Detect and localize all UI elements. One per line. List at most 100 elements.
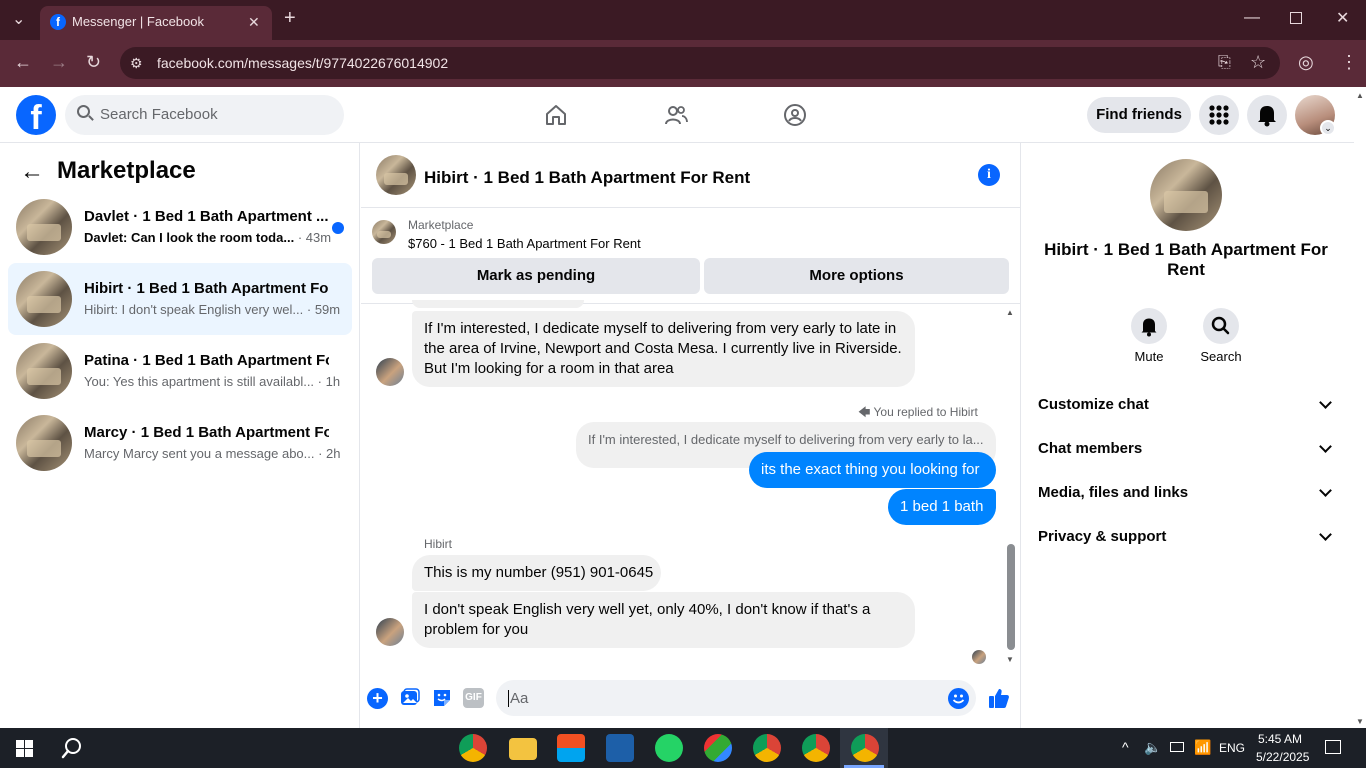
notification-center-icon[interactable]	[1325, 740, 1341, 754]
find-friends-button[interactable]: Find friends	[1087, 97, 1191, 133]
incoming-message[interactable]: I don't speak English very well yet, onl…	[412, 592, 915, 648]
taskbar-search-icon[interactable]	[61, 737, 83, 759]
conversation-item-marcy[interactable]: Marcy · 1 Bed 1 Bath Apartment Fo... Mar…	[8, 411, 352, 475]
chrome-profile-icon-2[interactable]	[802, 734, 830, 762]
clock-time[interactable]: 5:45 AM	[1258, 732, 1302, 746]
emoji-icon[interactable]	[948, 688, 969, 709]
tray-overflow-icon[interactable]: ^	[1122, 739, 1129, 755]
sticker-icon[interactable]	[432, 688, 452, 708]
browser-tab[interactable]: f Messenger | Facebook ✕	[40, 6, 272, 40]
search-icon	[1211, 316, 1230, 335]
scroll-up-arrow-icon[interactable]: ▲	[1356, 91, 1364, 100]
minimize-icon[interactable]: —	[1244, 10, 1260, 26]
chat-members-section[interactable]: Chat members	[1038, 440, 1338, 464]
bookmark-star-icon[interactable]: ☆	[1250, 53, 1266, 71]
listing-thumbnail	[16, 343, 72, 399]
more-options-button[interactable]: More options	[704, 258, 1009, 294]
site-info-icon[interactable]: ⚙	[130, 55, 143, 71]
customize-chat-section[interactable]: Customize chat	[1038, 396, 1338, 420]
sender-name: Hibirt	[424, 537, 453, 551]
media-files-links-section[interactable]: Media, files and links	[1038, 484, 1338, 508]
reload-icon[interactable]: ↻	[86, 53, 101, 71]
search-label: Search	[1200, 349, 1242, 364]
forward-icon[interactable]: →	[50, 53, 68, 71]
listing-label: Marketplace	[408, 218, 474, 232]
listing-thumbnail-small[interactable]	[372, 220, 396, 244]
chevron-down-icon	[1319, 528, 1332, 541]
chrome-taskbar-icon[interactable]	[459, 734, 487, 762]
back-icon[interactable]: ←	[14, 53, 32, 71]
scroll-thumb[interactable]	[1007, 544, 1015, 650]
language-indicator[interactable]: ENG	[1219, 741, 1245, 755]
new-tab-icon[interactable]: +	[284, 8, 296, 28]
like-thumbs-up-icon[interactable]	[987, 686, 1011, 710]
conversation-preview: You: Yes this apartment is still availab…	[84, 374, 341, 389]
browser-menu-icon[interactable]: ⋮	[1340, 53, 1358, 71]
conversation-title: Davlet · 1 Bed 1 Bath Apartment ...	[84, 208, 329, 225]
notifications-button[interactable]	[1247, 95, 1287, 135]
scroll-down-icon[interactable]: ▼	[1006, 655, 1014, 664]
menu-grid-icon	[1209, 105, 1229, 125]
scroll-up-icon[interactable]: ▲	[1006, 308, 1014, 317]
home-icon[interactable]	[544, 103, 568, 127]
paint-icon[interactable]	[704, 734, 732, 762]
microsoft-store-icon[interactable]	[557, 734, 585, 762]
restore-icon[interactable]	[1290, 12, 1302, 24]
incoming-message[interactable]: This is my number (951) 901-0645	[412, 555, 661, 591]
section-label: Chat members	[1038, 440, 1143, 457]
groups-icon[interactable]	[783, 103, 807, 127]
facebook-logo-icon[interactable]: f	[16, 95, 56, 135]
outgoing-message[interactable]: 1 bed 1 bath	[888, 489, 996, 525]
conversation-item-davlet[interactable]: Davlet · 1 Bed 1 Bath Apartment ... Davl…	[8, 195, 352, 259]
outgoing-message[interactable]: its the exact thing you looking for	[749, 452, 996, 488]
wifi-icon[interactable]: 📶	[1194, 739, 1211, 756]
conversation-title: Patina · 1 Bed 1 Bath Apartment Fo...	[84, 352, 329, 369]
conversation-preview: Hibirt: I don't speak English very wel..…	[84, 302, 341, 317]
conversation-item-patina[interactable]: Patina · 1 Bed 1 Bath Apartment Fo... Yo…	[8, 339, 352, 403]
info-panel-avatar[interactable]	[1150, 159, 1222, 231]
whatsapp-icon[interactable]	[655, 734, 683, 762]
scroll-down-arrow-icon[interactable]: ▼	[1356, 717, 1364, 726]
sender-avatar	[376, 618, 404, 646]
volume-icon[interactable]: 🔈	[1144, 739, 1161, 756]
profile-icon[interactable]: ◎	[1298, 53, 1314, 71]
facebook-search[interactable]: Search Facebook	[65, 95, 344, 135]
tab-search-chevron-icon[interactable]: ⌄	[12, 12, 25, 28]
close-tab-icon[interactable]: ✕	[248, 14, 260, 30]
incoming-message[interactable]: If I'm interested, I dedicate myself to …	[412, 311, 915, 387]
account-chevron-icon[interactable]: ⌄	[1320, 120, 1336, 136]
back-arrow-icon[interactable]: ←	[20, 158, 44, 186]
privacy-support-section[interactable]: Privacy & support	[1038, 528, 1338, 552]
friends-icon[interactable]	[664, 103, 688, 127]
chevron-down-icon	[1319, 484, 1332, 497]
chrome-profile-icon-3[interactable]	[851, 734, 879, 762]
chat-header-avatar[interactable]	[376, 155, 416, 195]
install-app-icon[interactable]: ⎘	[1218, 55, 1231, 71]
mark-as-pending-button[interactable]: Mark as pending	[372, 258, 700, 294]
clock-date[interactable]: 5/22/2025	[1256, 750, 1309, 764]
facebook-favicon-icon: f	[50, 14, 66, 30]
battery-icon[interactable]	[1170, 742, 1184, 752]
omnibox[interactable]: ⚙ facebook.com/messages/t/97740226760149…	[120, 47, 1280, 79]
listing-price[interactable]: $760 - 1 Bed 1 Bath Apartment For Rent	[408, 236, 641, 251]
attach-photo-icon[interactable]	[400, 688, 420, 708]
add-plus-icon[interactable]: +	[367, 688, 388, 709]
search-conversation-button[interactable]	[1203, 308, 1239, 344]
close-window-icon[interactable]: ✕	[1336, 11, 1349, 27]
file-explorer-icon[interactable]	[509, 738, 537, 760]
message-input[interactable]: Aa	[496, 680, 976, 716]
listing-thumbnail	[16, 415, 72, 471]
conversation-item-hibirt[interactable]: Hibirt · 1 Bed 1 Bath Apartment Fo... Hi…	[8, 263, 352, 335]
url-text: facebook.com/messages/t/9774022676014902	[157, 55, 449, 71]
chat-scrollbar[interactable]: ▲ ▼	[1006, 308, 1016, 664]
windows-start-icon[interactable]	[16, 740, 33, 757]
chat-title[interactable]: Hibirt · 1 Bed 1 Bath Apartment For Rent	[424, 168, 750, 188]
mute-button[interactable]	[1131, 308, 1167, 344]
photoshop-icon[interactable]	[606, 734, 634, 762]
gif-icon[interactable]: GIF	[463, 688, 484, 708]
chrome-profile-icon-1[interactable]	[753, 734, 781, 762]
menu-button[interactable]	[1199, 95, 1239, 135]
page-scrollbar[interactable]: ▲ ▼	[1354, 87, 1366, 728]
read-receipt-avatar	[972, 650, 986, 664]
info-icon[interactable]: i	[978, 164, 1000, 186]
